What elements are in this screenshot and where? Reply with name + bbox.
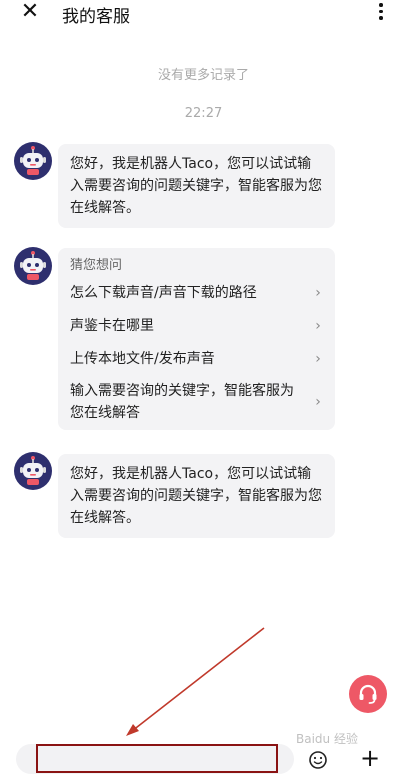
bot-message-bubble: 您好，我是机器人Taco，您可以试试输入需要咨询的问题关键字，智能客服为您在线解… (58, 454, 335, 538)
guess-questions-card: 猜您想问 怎么下载声音/声音下载的路径 › 声鉴卡在哪里 › 上传本地文件/发布… (58, 248, 335, 430)
chevron-right-icon: › (315, 318, 321, 334)
annotation-highlight-box (36, 744, 278, 773)
question-label: 声鉴卡在哪里 (70, 318, 154, 334)
close-icon[interactable]: ✕ (18, 0, 42, 24)
customer-service-button[interactable] (349, 675, 387, 713)
header-bar: ✕ 我的客服 (0, 0, 407, 28)
question-label: 输入需要咨询的关键字，智能客服为您在线解答 (70, 383, 294, 421)
question-label: 上传本地文件/发布声音 (70, 351, 215, 367)
chevron-right-icon: › (315, 394, 321, 410)
no-more-records-text: 没有更多记录了 (157, 68, 249, 83)
question-item[interactable]: 怎么下载声音/声音下载的路径 › (70, 282, 325, 304)
robot-avatar-icon (14, 247, 52, 285)
question-item[interactable]: 声鉴卡在哪里 › (70, 315, 325, 337)
message-text: 您好，我是机器人Taco，您可以试试输入需要咨询的问题关键字，智能客服为您在线解… (70, 466, 322, 526)
more-vertical-icon[interactable] (377, 3, 385, 23)
emoji-icon[interactable] (308, 750, 328, 770)
watermark: Baidu 经验 (296, 732, 358, 746)
question-label: 怎么下载声音/声音下载的路径 (70, 285, 257, 301)
message-text: 您好，我是机器人Taco，您可以试试输入需要咨询的问题关键字，智能客服为您在线解… (70, 156, 322, 216)
add-attachment-button[interactable]: + (358, 744, 382, 772)
question-item[interactable]: 上传本地文件/发布声音 › (70, 348, 325, 370)
guess-title: 猜您想问 (70, 258, 123, 273)
page-title: 我的客服 (62, 7, 130, 27)
headset-icon (359, 684, 377, 704)
chevron-right-icon: › (315, 285, 321, 301)
message-timestamp: 22:27 (184, 106, 223, 121)
robot-avatar-icon (14, 142, 52, 180)
chevron-right-icon: › (315, 351, 321, 367)
question-item[interactable]: 输入需要咨询的关键字，智能客服为您在线解答 › (70, 380, 325, 424)
bot-message-bubble: 您好，我是机器人Taco，您可以试试输入需要咨询的问题关键字，智能客服为您在线解… (58, 144, 335, 228)
robot-avatar-icon (14, 452, 52, 490)
